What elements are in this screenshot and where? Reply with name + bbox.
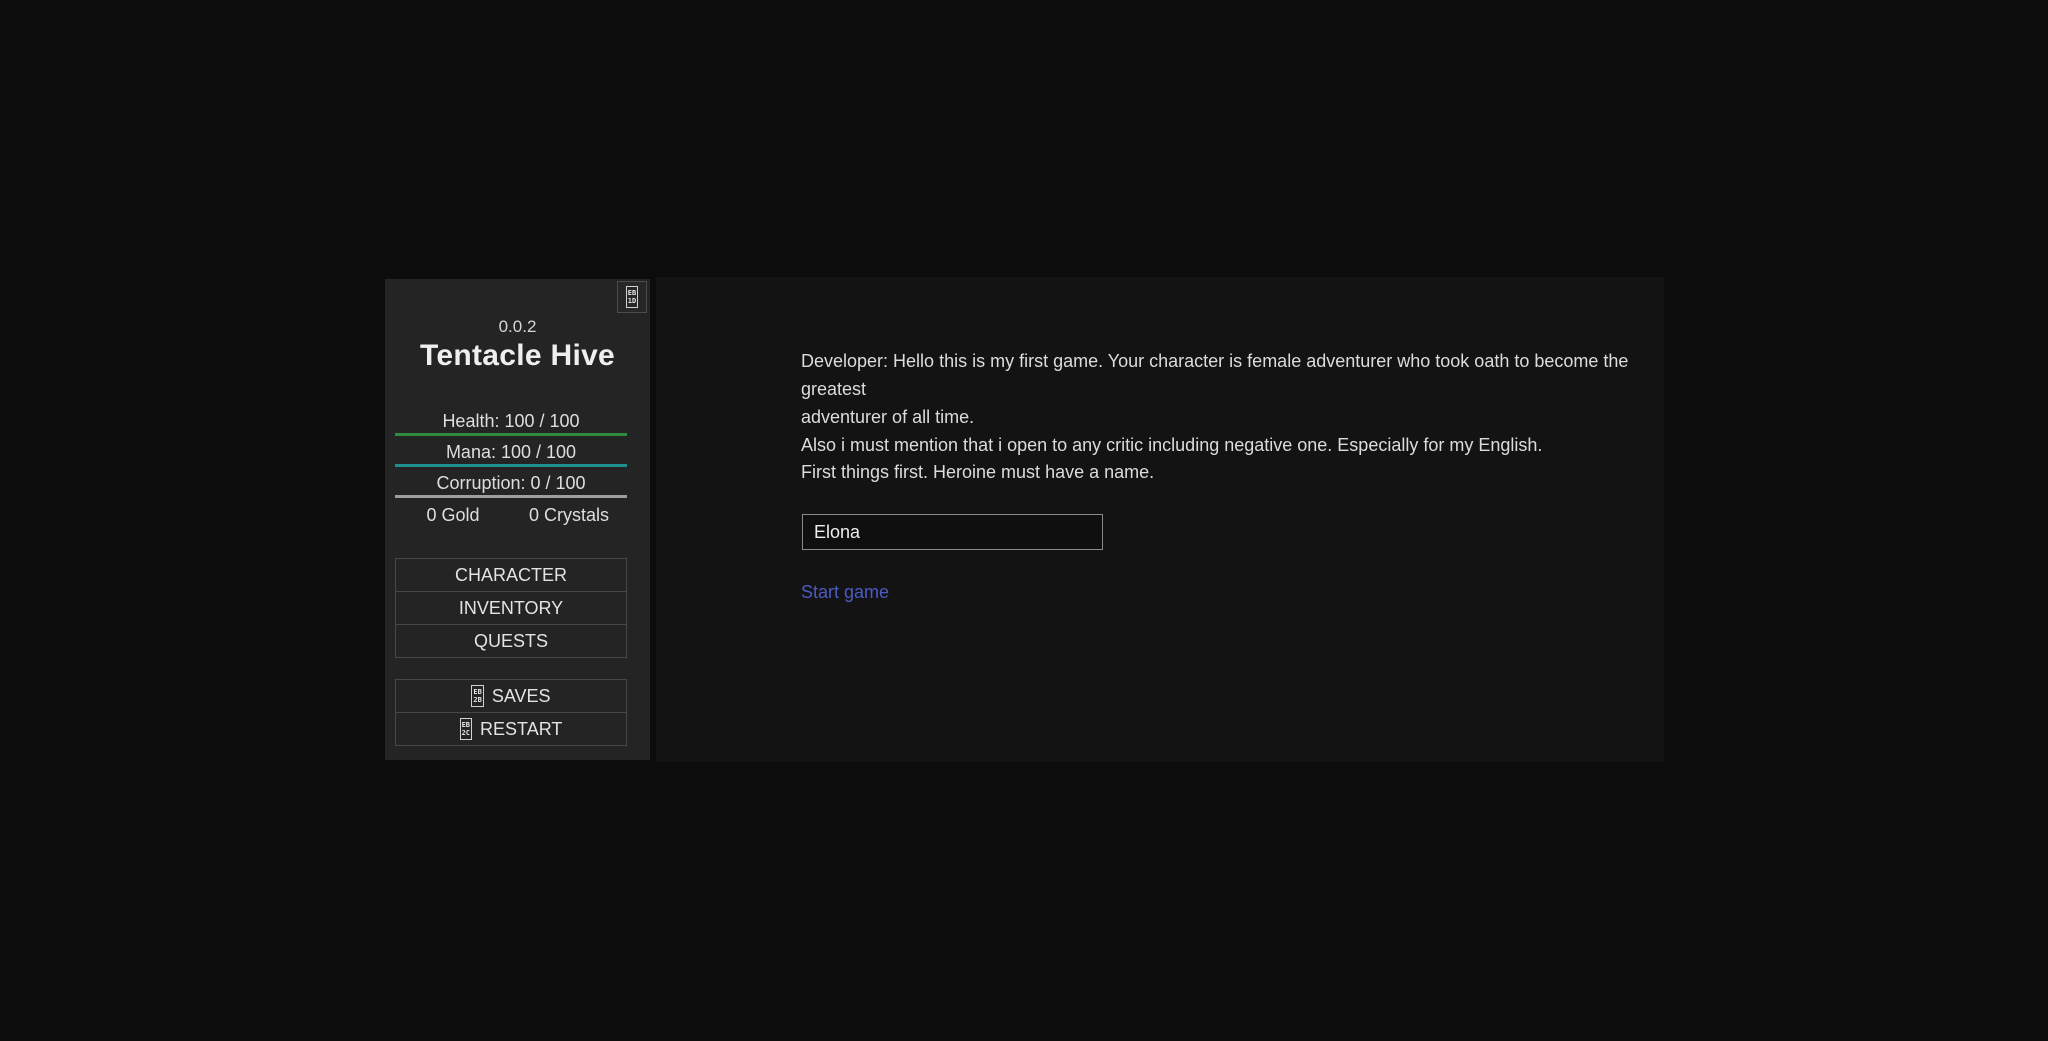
saves-button[interactable]: EB 2B SAVES (395, 679, 627, 713)
corruption-stat: Corruption: 0 / 100 (395, 472, 627, 498)
developer-note: Developer: Hello this is my first game. … (801, 347, 1664, 459)
mana-bar (395, 464, 627, 467)
game-title: Tentacle Hive (385, 339, 650, 373)
game-page: { "colors": { "page_bg": "#0c0c0c", "pas… (0, 0, 2048, 1041)
saves-icon: EB 2B (471, 685, 483, 707)
quests-button[interactable]: QUESTS (395, 624, 627, 658)
mana-label: Mana: 100 / 100 (395, 441, 627, 463)
stats-panel: Health: 100 / 100 Mana: 100 / 100 Corrup… (395, 410, 627, 503)
system-menu: EB 2B SAVES EB 2C RESTART (395, 679, 627, 746)
restart-icon: EB 2C (460, 718, 472, 740)
inventory-button[interactable]: INVENTORY (395, 591, 627, 625)
passage-area: Developer: Hello this is my first game. … (656, 277, 1664, 762)
sidebar-toggle-button[interactable]: EB 1D (617, 281, 647, 313)
gold-amount: 0 Gold (395, 504, 511, 526)
health-bar (395, 433, 627, 436)
main-menu: CHARACTER INVENTORY QUESTS (395, 558, 627, 658)
health-stat: Health: 100 / 100 (395, 410, 627, 436)
restart-button[interactable]: EB 2C RESTART (395, 712, 627, 746)
health-label: Health: 100 / 100 (395, 410, 627, 432)
ui-sidebar: EB 1D 0.0.2 Tentacle Hive Health: 100 / … (385, 279, 650, 760)
sidebar-toggle-icon: EB 1D (626, 286, 638, 308)
crystals-amount: 0 Crystals (511, 504, 627, 526)
corruption-bar (395, 495, 627, 498)
start-game-link[interactable]: Start game (801, 578, 889, 606)
currency-row: 0 Gold 0 Crystals (395, 504, 627, 526)
developer-note-line: adventurer of all time. (801, 403, 1664, 431)
corruption-label: Corruption: 0 / 100 (395, 472, 627, 494)
developer-note-line: Also i must mention that i open to any c… (801, 431, 1664, 459)
name-prompt: First things first. Heroine must have a … (801, 458, 1154, 486)
heroine-name-input[interactable] (802, 514, 1103, 550)
game-version: 0.0.2 (385, 317, 650, 337)
character-button[interactable]: CHARACTER (395, 558, 627, 592)
developer-note-line: Developer: Hello this is my first game. … (801, 347, 1664, 403)
mana-stat: Mana: 100 / 100 (395, 441, 627, 467)
